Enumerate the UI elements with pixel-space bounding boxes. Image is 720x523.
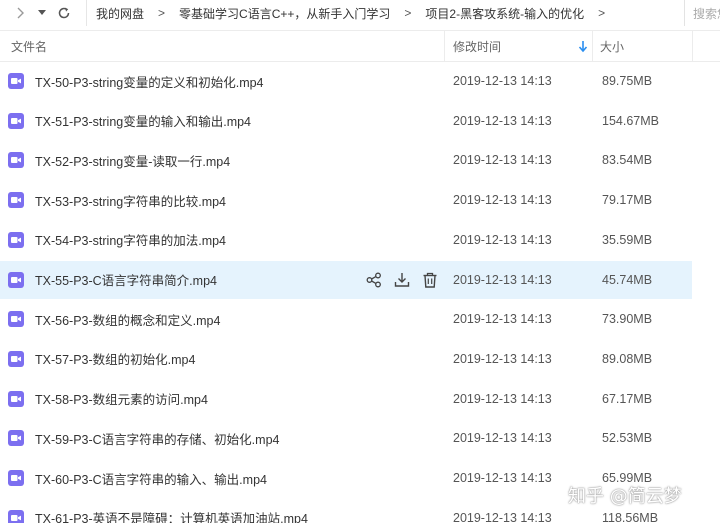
video-file-icon [8, 271, 24, 288]
file-name[interactable]: TX-59-P3-C语言字符串的存储、初始化.mp4 [35, 429, 279, 448]
breadcrumb-item-course[interactable]: 零基础学习C语言C++，从新手入门学习 [179, 5, 390, 22]
file-size: 73.90MB [602, 312, 653, 327]
breadcrumb-item-my-netdisk[interactable]: 我的网盘 [96, 5, 144, 22]
delete-icon[interactable] [421, 271, 439, 289]
file-size: 89.75MB [602, 74, 653, 88]
file-modified-date: 2019-12-13 14:13 [453, 510, 552, 523]
video-file-icon [8, 509, 24, 523]
search-input[interactable]: 搜索您 [684, 0, 720, 26]
file-size: 118.56MB [602, 510, 659, 523]
video-file-icon [8, 152, 24, 169]
file-name[interactable]: TX-61-P3-英语不是障碍：计算机英语加油站.mp4 [35, 508, 308, 523]
video-file-icon [8, 430, 24, 447]
video-file-icon [8, 112, 24, 129]
file-name[interactable]: TX-55-P3-C语言字符串简介.mp4 [35, 270, 217, 289]
video-file-icon [8, 470, 24, 486]
file-name[interactable]: TX-58-P3-数组元素的访问.mp4 [35, 389, 208, 408]
video-file-icon [8, 192, 24, 209]
file-row[interactable]: TX-53-P3-string字符串的比较.mp4 2019-12-13 14:1… [0, 181, 692, 219]
file-name[interactable]: TX-52-P3-string变量-读取一行.mp4 [35, 151, 230, 170]
breadcrumb-separator: > [598, 6, 606, 20]
file-size: 45.74MB [602, 272, 653, 287]
file-modified-date: 2019-12-13 14:13 [453, 471, 552, 485]
navigation-bar: 我的网盘 > 零基础学习C语言C++，从新手入门学习 > 项目2-黑客攻系统-输… [0, 0, 720, 26]
column-header-modified[interactable]: 修改时间 [453, 31, 501, 61]
refresh-button[interactable] [55, 1, 73, 25]
file-size: 52.53MB [602, 431, 653, 446]
file-name[interactable]: TX-51-P3-string变量的输入和输出.mp4 [35, 111, 251, 130]
file-modified-date: 2019-12-13 14:13 [453, 232, 552, 247]
file-name[interactable]: TX-50-P3-string变量的定义和初始化.mp4 [35, 72, 264, 91]
file-row[interactable]: TX-50-P3-string变量的定义和初始化.mp4 2019-12-13 1… [0, 62, 692, 100]
video-file-icon [8, 231, 24, 248]
file-row[interactable]: TX-55-P3-C语言字符串简介.mp4 2019-12-13 14:13 45… [0, 260, 692, 299]
file-modified-date: 2019-12-13 14:13 [453, 153, 552, 168]
file-modified-date: 2019-12-13 14:13 [453, 391, 552, 406]
file-modified-date: 2019-12-13 14:13 [453, 351, 552, 366]
sort-descending-icon[interactable] [578, 39, 588, 56]
file-modified-date: 2019-12-13 14:13 [453, 272, 552, 287]
watermark-text: 知乎 @简云梦 [568, 486, 682, 507]
breadcrumb-separator: > [404, 6, 412, 20]
breadcrumb: 我的网盘 > 零基础学习C语言C++，从新手入门学习 > 项目2-黑客攻系统-输… [86, 0, 619, 26]
file-row[interactable]: TX-56-P3-数组的概念和定义.mp4 2019-12-13 14:13 73.… [0, 300, 692, 338]
file-modified-date: 2019-12-13 14:13 [453, 431, 552, 446]
column-header-size[interactable]: 大小 [600, 31, 624, 61]
file-row[interactable]: TX-59-P3-C语言字符串的存储、初始化.mp4 2019-12-13 14:… [0, 419, 692, 457]
search-placeholder: 搜索您 [693, 6, 720, 21]
video-file-icon [8, 390, 24, 407]
file-modified-date: 2019-12-13 14:13 [453, 193, 552, 208]
scrollbar[interactable] [714, 62, 720, 523]
column-divider[interactable] [692, 31, 693, 61]
breadcrumb-separator: > [158, 6, 166, 20]
forward-button[interactable] [10, 1, 30, 25]
breadcrumb-item-project[interactable]: 项目2-黑客攻系统-输入的优化 [425, 5, 584, 22]
history-dropdown-button[interactable] [34, 1, 50, 25]
file-row[interactable]: TX-58-P3-数组元素的访问.mp4 2019-12-13 14:13 67.1… [0, 380, 692, 418]
file-modified-date: 2019-12-13 14:13 [453, 113, 552, 128]
file-size: 67.17MB [602, 391, 653, 406]
file-size: 89.08MB [602, 351, 653, 366]
refresh-icon [58, 7, 70, 19]
file-name[interactable]: TX-56-P3-数组的概念和定义.mp4 [35, 310, 220, 329]
file-modified-date: 2019-12-13 14:13 [453, 74, 552, 88]
video-file-icon [8, 350, 24, 367]
file-name[interactable]: TX-54-P3-string字符串的加法.mp4 [35, 230, 226, 249]
column-divider[interactable] [592, 31, 593, 61]
file-list-header: 文件名 修改时间 大小 [0, 30, 720, 62]
file-size: 154.67MB [602, 113, 659, 128]
file-size: 83.54MB [602, 153, 653, 168]
row-actions [365, 271, 439, 289]
file-name[interactable]: TX-57-P3-数组的初始化.mp4 [35, 349, 195, 368]
file-size: 79.17MB [602, 193, 653, 208]
chevron-right-icon [17, 7, 24, 19]
video-file-icon [8, 73, 24, 89]
file-name[interactable]: TX-53-P3-string字符串的比较.mp4 [35, 191, 226, 210]
column-header-name[interactable]: 文件名 [11, 31, 47, 61]
file-modified-date: 2019-12-13 14:13 [453, 312, 552, 327]
video-file-icon [8, 311, 24, 328]
caret-down-icon [38, 10, 46, 15]
file-name[interactable]: TX-60-P3-C语言字符串的输入、输出.mp4 [35, 469, 267, 488]
file-row[interactable]: TX-54-P3-string字符串的加法.mp4 2019-12-13 14:1… [0, 221, 692, 259]
download-icon[interactable] [393, 271, 411, 289]
file-row[interactable]: TX-57-P3-数组的初始化.mp4 2019-12-13 14:13 89.08… [0, 340, 692, 378]
file-size: 35.59MB [602, 232, 653, 247]
share-icon[interactable] [365, 271, 383, 289]
file-row[interactable]: TX-52-P3-string变量-读取一行.mp4 2019-12-13 14:… [0, 141, 692, 179]
file-row[interactable]: TX-51-P3-string变量的输入和输出.mp4 2019-12-13 14… [0, 102, 692, 140]
column-divider[interactable] [444, 31, 445, 61]
